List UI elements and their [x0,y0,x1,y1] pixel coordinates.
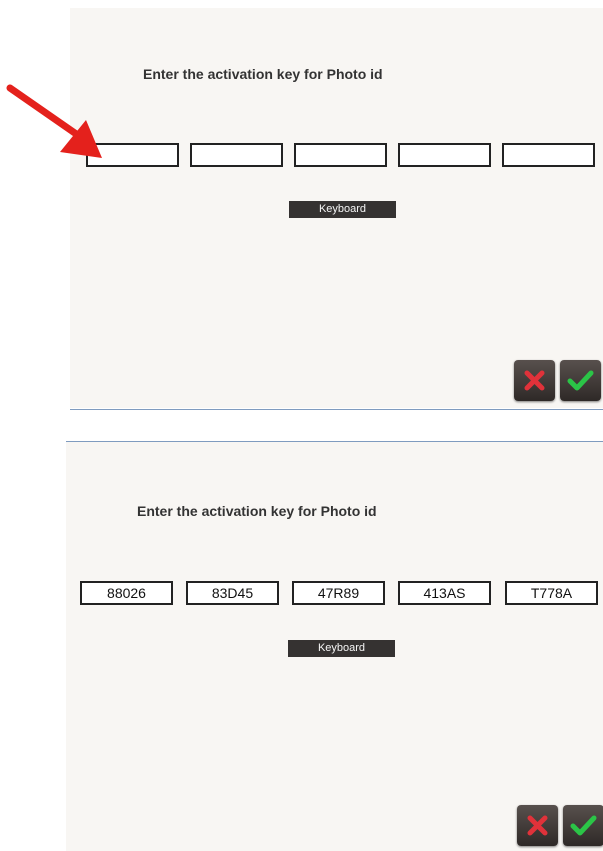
activation-key-field-5[interactable] [502,143,595,167]
divider-line [70,409,603,410]
dialog-title: Enter the activation key for Photo id [143,66,383,82]
activation-key-field-3[interactable] [292,581,385,605]
activation-key-field-1[interactable] [80,581,173,605]
activation-key-field-2[interactable] [186,581,279,605]
keyboard-button[interactable]: Keyboard [288,640,395,657]
keyboard-button[interactable]: Keyboard [289,201,396,218]
confirm-button[interactable] [560,360,601,401]
activation-key-field-4[interactable] [398,581,491,605]
activation-key-field-3[interactable] [294,143,387,167]
cancel-button[interactable] [514,360,555,401]
confirm-button[interactable] [563,805,603,846]
cancel-button[interactable] [517,805,558,846]
close-x-icon [527,815,548,836]
dialog-title: Enter the activation key for Photo id [137,503,377,519]
activation-dialog-empty: Enter the activation key for Photo id Ke… [70,8,603,408]
activation-key-field-5[interactable] [505,581,598,605]
activation-dialog-filled: Enter the activation key for Photo id Ke… [66,442,603,851]
close-x-icon [524,370,545,391]
activation-key-field-2[interactable] [190,143,283,167]
red-arrow-icon [6,84,102,158]
checkmark-icon [570,815,597,836]
activation-key-field-4[interactable] [398,143,491,167]
checkmark-icon [567,370,594,391]
